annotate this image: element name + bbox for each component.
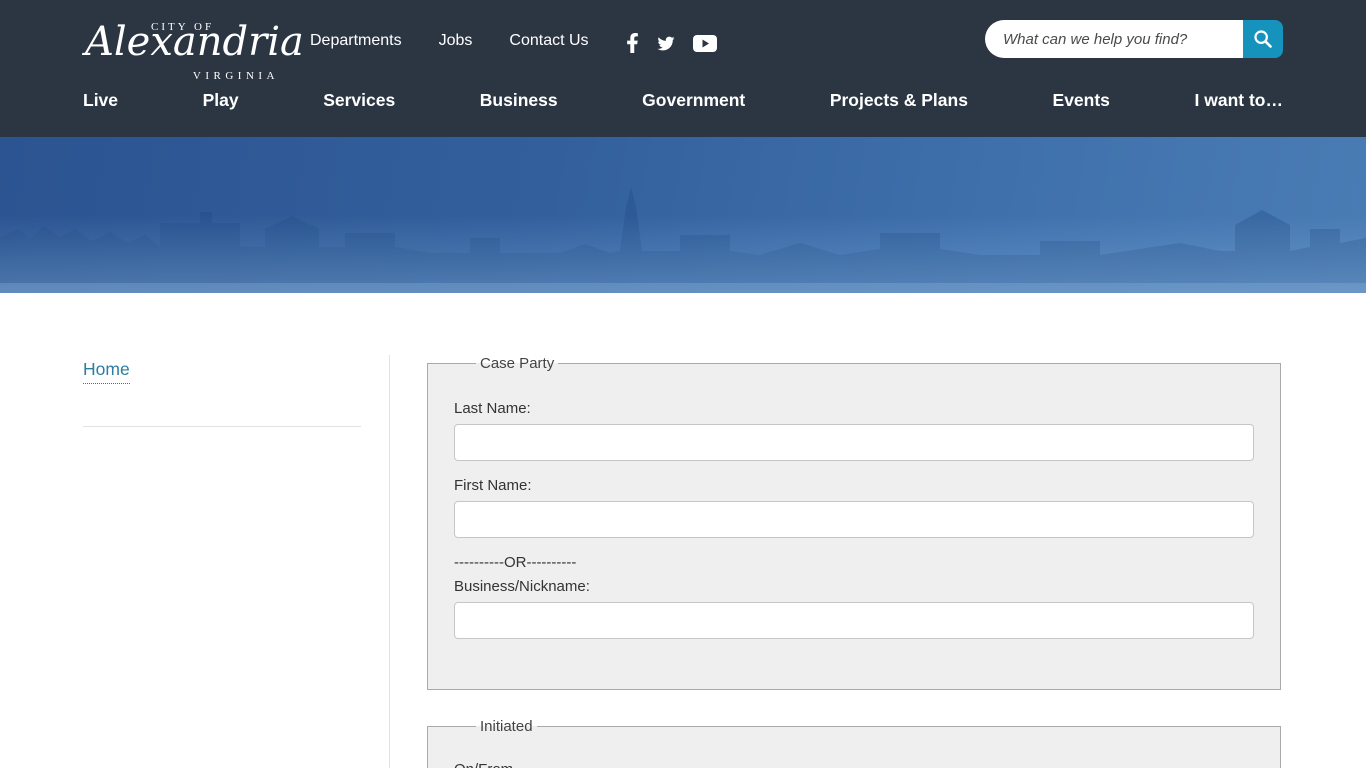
first-name-label: First Name: — [454, 477, 532, 494]
logo-state: VIRGINIA — [192, 70, 279, 82]
page-title: Criminal Case Search — [83, 330, 350, 360]
site-search — [985, 20, 1283, 58]
search-icon — [1254, 30, 1272, 48]
nav-services[interactable]: Services — [323, 90, 395, 111]
case-party-legend: Case Party — [480, 355, 555, 372]
nav-events[interactable]: Events — [1053, 90, 1110, 111]
search-button[interactable] — [1243, 20, 1283, 58]
initiated-legend: Initiated — [480, 718, 533, 735]
nav-contact-us[interactable]: Contact Us — [509, 32, 588, 50]
nav-departments[interactable]: Departments — [310, 32, 402, 50]
nav-business[interactable]: Business — [480, 90, 558, 111]
last-name-input[interactable] — [454, 424, 1254, 461]
nav-jobs[interactable]: Jobs — [439, 32, 473, 50]
first-name-input[interactable] — [454, 501, 1254, 538]
last-name-label: Last Name: — [454, 400, 531, 417]
facebook-icon[interactable] — [626, 33, 639, 53]
nav-projects-plans[interactable]: Projects & Plans — [830, 90, 968, 111]
on-from-label: On/From — [454, 761, 1254, 768]
page-banner: Criminal Case Search — [0, 137, 1366, 360]
search-form-column: Case Party Last Name: First Name: ------… — [427, 355, 1281, 768]
social-links — [626, 31, 717, 55]
twitter-icon[interactable] — [656, 35, 676, 52]
banner-background — [0, 137, 1366, 293]
banner-glow — [0, 215, 1366, 293]
youtube-icon[interactable] — [693, 34, 717, 52]
business-nickname-label: Business/Nickname: — [454, 578, 590, 595]
nav-live[interactable]: Live — [83, 90, 118, 111]
site-header: CITY OF Alexandria VIRGINIA Departments … — [0, 0, 1366, 137]
search-input[interactable] — [985, 20, 1243, 58]
utility-nav: Departments Jobs Contact Us — [310, 32, 589, 50]
nav-government[interactable]: Government — [642, 90, 745, 111]
breadcrumb-home-link[interactable]: Home — [83, 359, 130, 384]
logo-name: Alexandria — [85, 19, 304, 65]
initiated-fieldset: Initiated On/From — [427, 718, 1281, 768]
nav-play[interactable]: Play — [203, 90, 239, 111]
sidebar-divider — [83, 426, 361, 427]
case-party-fieldset: Case Party Last Name: First Name: ------… — [427, 355, 1281, 690]
or-separator: ----------OR---------- — [454, 554, 577, 571]
main-nav: Live Play Services Business Government P… — [83, 90, 1283, 111]
business-nickname-input[interactable] — [454, 602, 1254, 639]
content-area: Home Case Party Last Name: First Name: -… — [83, 355, 1283, 768]
nav-i-want-to[interactable]: I want to… — [1195, 90, 1283, 111]
city-logo[interactable]: CITY OF Alexandria VIRGINIA — [85, 10, 304, 82]
sidebar: Home — [83, 355, 390, 768]
